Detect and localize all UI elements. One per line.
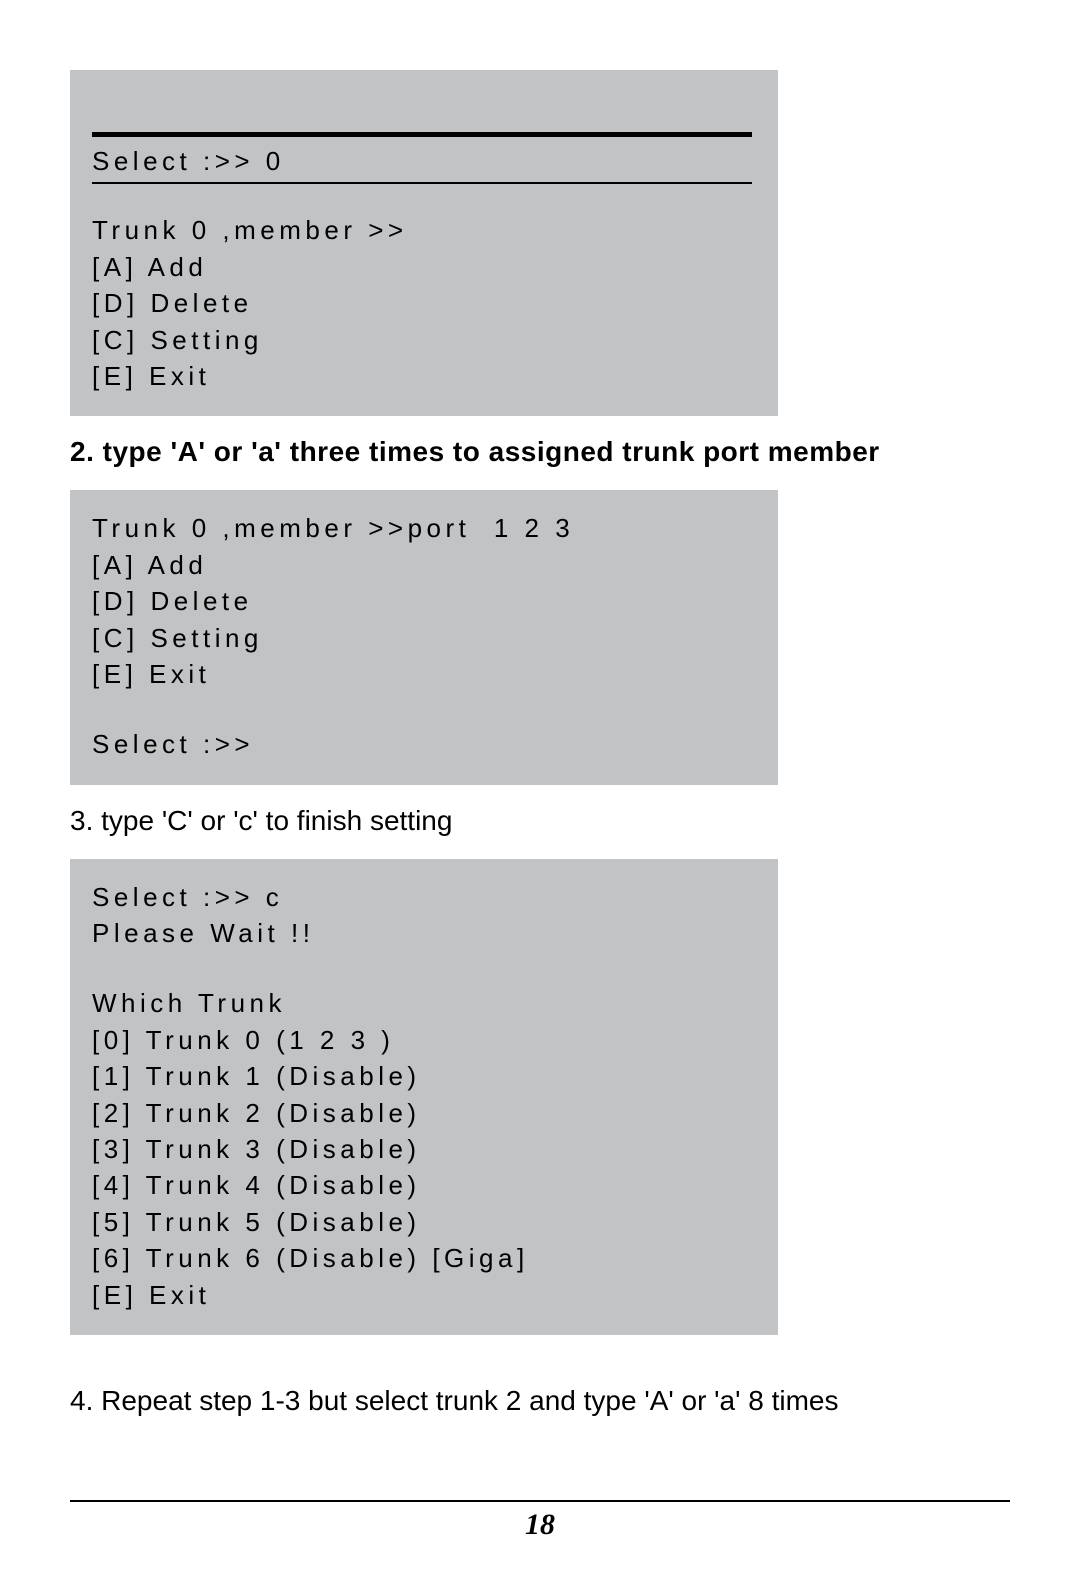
please-wait: Please Wait !! bbox=[92, 915, 756, 951]
option-add: [A] Add bbox=[92, 547, 756, 583]
select-prompt: Select :>> bbox=[92, 726, 756, 762]
trunk-6-option: [6] Trunk 6 (Disable) [Giga] bbox=[92, 1240, 756, 1276]
trunk-0-option: [0] Trunk 0 (1 2 3 ) bbox=[92, 1022, 756, 1058]
which-trunk: Which Trunk bbox=[92, 985, 756, 1021]
divider-thin bbox=[92, 182, 752, 184]
option-delete: [D] Delete bbox=[92, 583, 756, 619]
step-4-text: 4. Repeat step 1-3 but select trunk 2 an… bbox=[70, 1385, 1010, 1417]
terminal-box-2: Trunk 0 ,member >>port 1 2 3 [A] Add [D]… bbox=[70, 490, 778, 784]
select-prompt-c: Select :>> c bbox=[92, 879, 756, 915]
option-exit: [E] Exit bbox=[92, 358, 756, 394]
terminal-box-3: Select :>> c Please Wait !! Which Trunk … bbox=[70, 859, 778, 1335]
option-setting: [C] Setting bbox=[92, 322, 756, 358]
page-footer: 18 bbox=[70, 1500, 1010, 1542]
option-delete: [D] Delete bbox=[92, 285, 756, 321]
option-add: [A] Add bbox=[92, 249, 756, 285]
option-exit: [E] Exit bbox=[92, 656, 756, 692]
trunk-3-option: [3] Trunk 3 (Disable) bbox=[92, 1131, 756, 1167]
option-setting: [C] Setting bbox=[92, 620, 756, 656]
trunk-4-option: [4] Trunk 4 (Disable) bbox=[92, 1167, 756, 1203]
trunk-member-port-line: Trunk 0 ,member >>port 1 2 3 bbox=[92, 510, 756, 546]
divider-thick bbox=[92, 132, 752, 137]
trunk-5-option: [5] Trunk 5 (Disable) bbox=[92, 1204, 756, 1240]
select-prompt: Select :>> 0 bbox=[92, 143, 756, 179]
page-content: Select :>> 0 Trunk 0 ,member >> [A] Add … bbox=[70, 70, 1010, 1500]
terminal-box-1: Select :>> 0 Trunk 0 ,member >> [A] Add … bbox=[70, 70, 778, 416]
step-3-text: 3. type 'C' or 'c' to finish setting bbox=[70, 805, 1010, 837]
option-exit: [E] Exit bbox=[92, 1277, 756, 1313]
trunk-member-line: Trunk 0 ,member >> bbox=[92, 212, 756, 248]
page-number: 18 bbox=[70, 1508, 1010, 1542]
step-2-heading: 2. type 'A' or 'a' three times to assign… bbox=[70, 436, 1010, 468]
trunk-1-option: [1] Trunk 1 (Disable) bbox=[92, 1058, 756, 1094]
document-page: Select :>> 0 Trunk 0 ,member >> [A] Add … bbox=[0, 0, 1080, 1582]
footer-divider bbox=[70, 1500, 1010, 1502]
trunk-2-option: [2] Trunk 2 (Disable) bbox=[92, 1095, 756, 1131]
